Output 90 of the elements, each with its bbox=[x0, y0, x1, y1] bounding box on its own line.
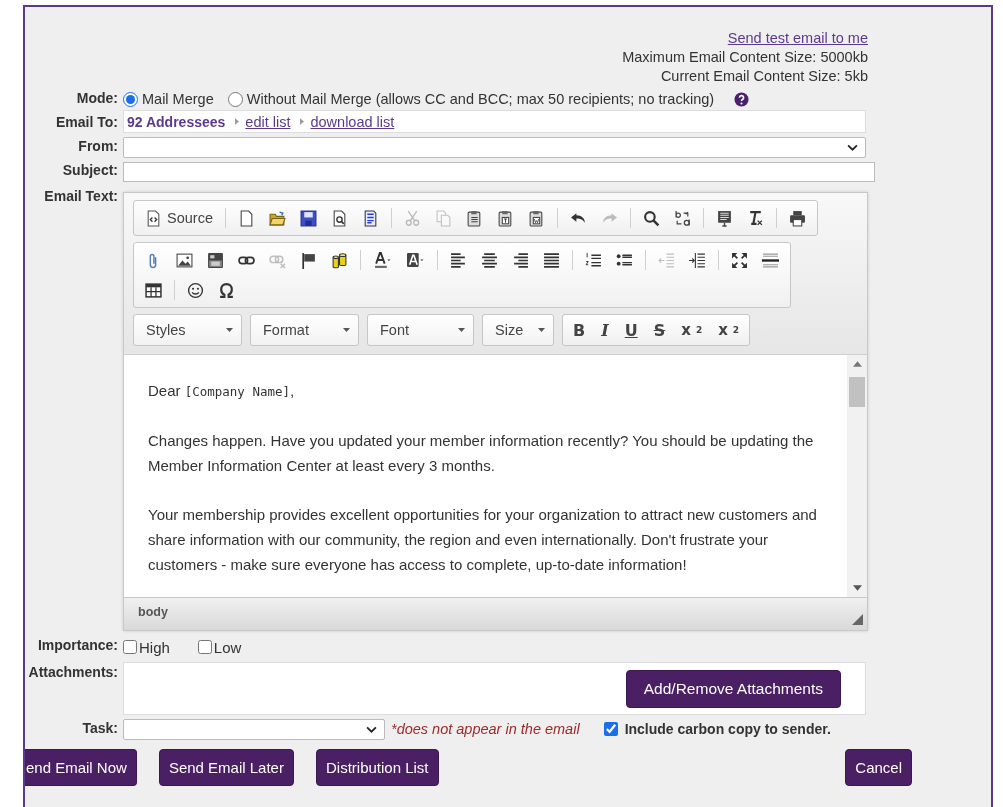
max-size-text: Maximum Email Content Size: 5000kb bbox=[622, 48, 868, 67]
numbered-list-icon bbox=[585, 251, 602, 269]
addressee-count: 92 Addressees bbox=[127, 113, 226, 130]
clipboard-icon bbox=[465, 209, 483, 227]
scroll-up-icon[interactable] bbox=[852, 361, 862, 367]
copy-icon bbox=[434, 209, 452, 227]
table-icon bbox=[145, 281, 162, 299]
task-note: *does not appear in the email bbox=[391, 721, 580, 737]
field-label: From: bbox=[77, 137, 118, 154]
list-link[interactable]: download list bbox=[310, 113, 395, 130]
radio-button[interactable] bbox=[123, 91, 138, 107]
outdent-icon bbox=[658, 251, 675, 269]
flag-icon bbox=[300, 251, 317, 269]
folder-icon bbox=[268, 209, 286, 227]
style-dropdown[interactable]: Format bbox=[250, 314, 359, 346]
replace-icon bbox=[673, 209, 691, 227]
caret-icon bbox=[458, 328, 465, 332]
field-label: Subject: bbox=[61, 162, 118, 178]
bullet-list-icon bbox=[616, 251, 633, 269]
omega-icon bbox=[218, 281, 235, 299]
image-icon bbox=[176, 251, 193, 269]
triangle-icon bbox=[300, 118, 305, 125]
source-button[interactable]: Source bbox=[138, 205, 220, 231]
chevron-down-icon bbox=[847, 144, 858, 151]
action-button[interactable]: Send Email Later bbox=[158, 749, 294, 786]
indent-icon bbox=[689, 251, 706, 269]
radio-button[interactable] bbox=[227, 91, 243, 107]
search-icon bbox=[642, 209, 660, 227]
caret-icon bbox=[538, 328, 545, 332]
field-label: Task: bbox=[81, 719, 118, 736]
underline-button[interactable]: U bbox=[616, 317, 646, 343]
action-button[interactable]: Distribution List bbox=[315, 749, 439, 786]
text-color-icon bbox=[373, 251, 392, 269]
printer-icon bbox=[788, 209, 806, 227]
italic-button[interactable]: I bbox=[593, 317, 617, 343]
scroll-thumb[interactable] bbox=[849, 377, 865, 407]
field-label: Importance: bbox=[36, 636, 118, 653]
current-size-text: Current Email Content Size: 5kb bbox=[660, 67, 868, 86]
mode-option[interactable]: Without Mail Merge (allows CC and BCC; max 50 recipients; no tracking) bbox=[227, 91, 715, 107]
checkbox[interactable] bbox=[123, 640, 137, 654]
caret-icon bbox=[226, 328, 233, 332]
help-icon[interactable] bbox=[734, 91, 750, 107]
body-paragraph: Changes happen. Have you updated your member information recently? You should be updating the Member Information Center at least every 3 months. bbox=[148, 431, 815, 476]
style-dropdown[interactable]: Font bbox=[367, 314, 474, 346]
importance-option[interactable]: High bbox=[123, 638, 170, 656]
body-paragraph: Dear [Company Name], bbox=[148, 381, 296, 401]
background-color-icon bbox=[406, 251, 425, 269]
carbon-copy-option[interactable]: Include carbon copy to sender. bbox=[603, 721, 831, 737]
align-center-icon bbox=[481, 251, 498, 269]
code-document-icon bbox=[145, 209, 162, 227]
resize-grip-icon[interactable] bbox=[852, 614, 863, 625]
attachments-button[interactable]: Add/Remove Attachments bbox=[625, 670, 841, 708]
scroll-down-icon[interactable] bbox=[852, 585, 862, 591]
element-path[interactable]: body bbox=[138, 604, 168, 619]
action-button[interactable]: end Email Now bbox=[25, 749, 137, 786]
scrollbar[interactable] bbox=[847, 355, 867, 597]
clipboard-icon bbox=[527, 209, 545, 227]
field-label: Mode: bbox=[75, 90, 118, 106]
smiley-icon bbox=[187, 281, 204, 299]
strike-button[interactable]: S bbox=[645, 317, 674, 343]
maximize-icon bbox=[731, 251, 748, 269]
checkbox[interactable] bbox=[603, 722, 618, 736]
caret-icon bbox=[343, 328, 350, 332]
cylinder-icon bbox=[331, 251, 348, 269]
subject-field[interactable] bbox=[123, 162, 875, 182]
checkbox[interactable] bbox=[197, 640, 212, 654]
align-left-icon bbox=[450, 251, 467, 269]
importance-option[interactable]: Low bbox=[197, 638, 242, 656]
scissors-icon bbox=[403, 209, 421, 227]
clipboard-icon bbox=[496, 209, 514, 227]
style-dropdown[interactable]: Styles bbox=[133, 314, 242, 346]
justify-icon bbox=[543, 251, 560, 269]
send-test-email-link[interactable]: Send test email to me bbox=[727, 29, 868, 48]
triangle-icon bbox=[235, 118, 240, 125]
field-label: Attachments: bbox=[27, 663, 118, 680]
body-paragraph: Your membership provides excellent opportunities for your organization to attract new customers and share information with our community, the region and even internationally. Don't frustrate your customers - make sure everyone has access to complete, up-to-date information! bbox=[148, 505, 818, 575]
horizontal-line-icon bbox=[762, 251, 779, 269]
bold-button[interactable]: B bbox=[565, 317, 594, 343]
video-icon bbox=[207, 251, 224, 269]
cancel-button[interactable]: Cancel bbox=[845, 749, 912, 786]
list-link[interactable]: edit list bbox=[245, 113, 291, 130]
style-dropdown[interactable]: Size bbox=[482, 314, 554, 346]
mode-option[interactable]: Mail Merge bbox=[123, 91, 214, 107]
field-label: Email Text: bbox=[43, 187, 118, 204]
field-label: Email To: bbox=[55, 113, 118, 130]
floppy-icon bbox=[299, 209, 317, 227]
superscript-button[interactable]: x$^{2}$ bbox=[710, 317, 748, 343]
align-right-icon bbox=[512, 251, 529, 269]
blocks-icon bbox=[715, 209, 733, 227]
chevron-down-icon bbox=[366, 725, 377, 733]
